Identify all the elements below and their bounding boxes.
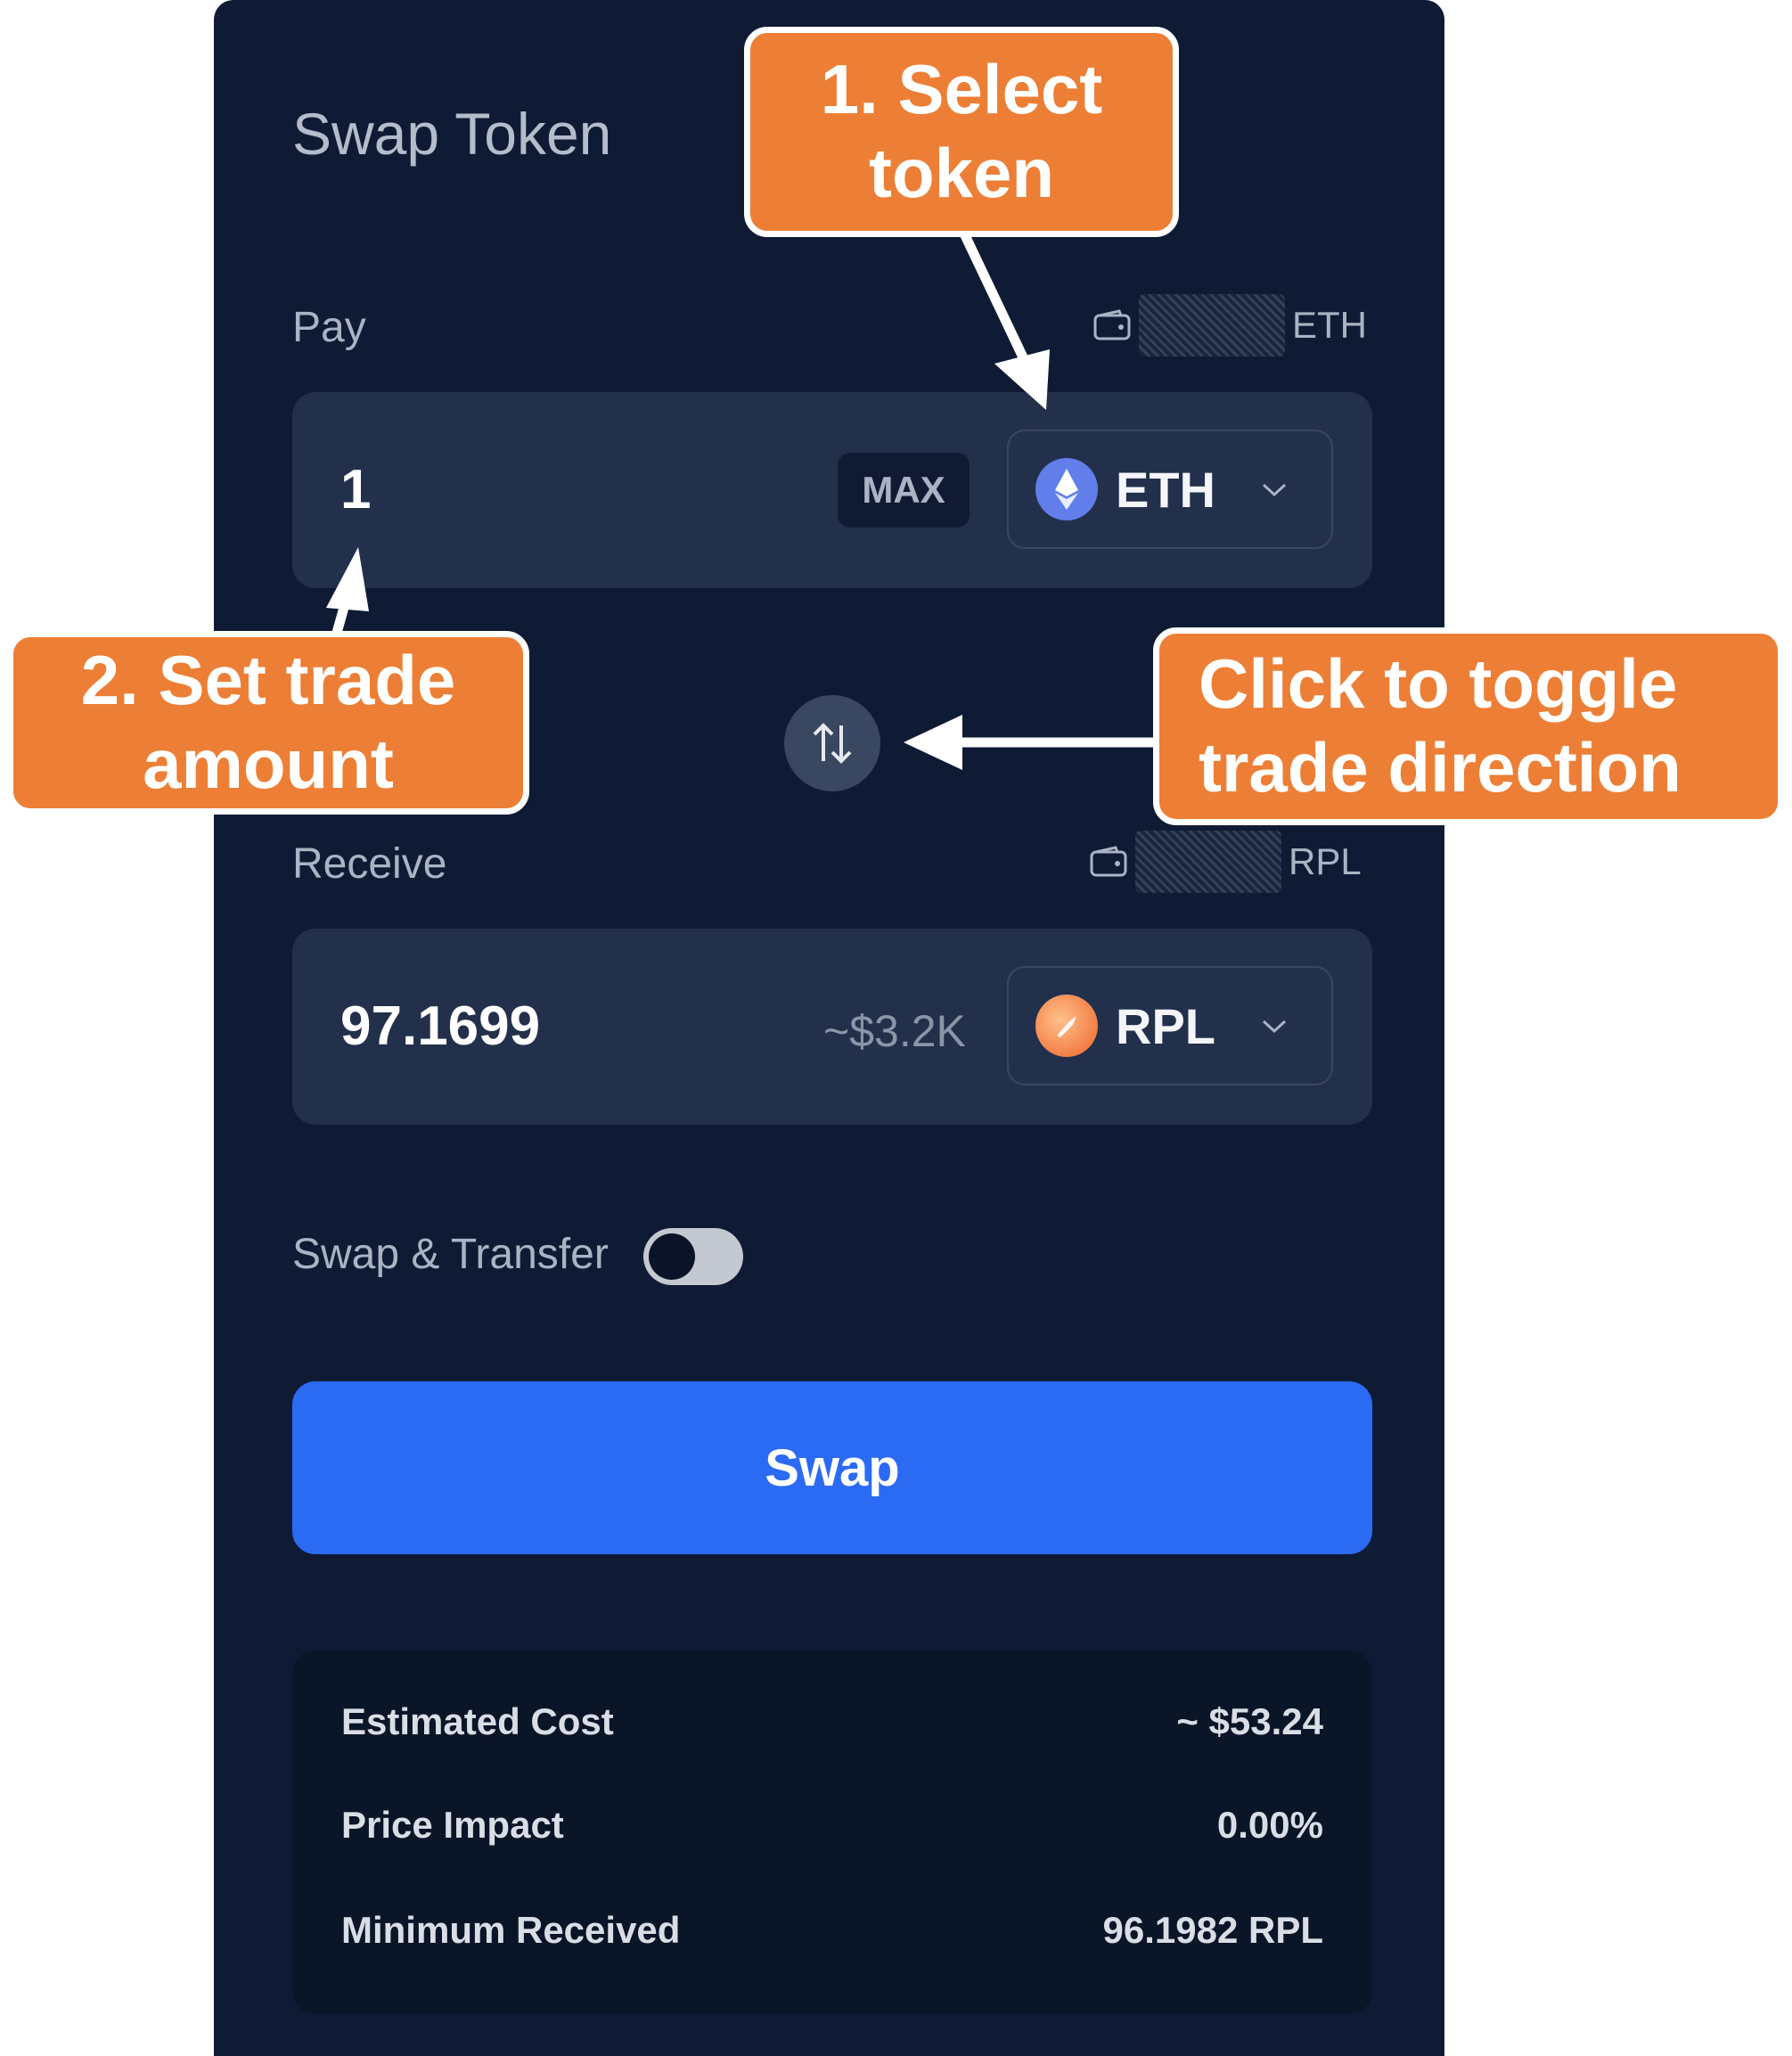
callout-select-token: 1. Select token <box>744 27 1179 237</box>
annotation-arrows <box>326 231 1158 770</box>
callout-set-amount: 2. Set trade amount <box>7 631 529 815</box>
callout-toggle-direction: Click to toggle trade direction <box>1153 627 1784 825</box>
